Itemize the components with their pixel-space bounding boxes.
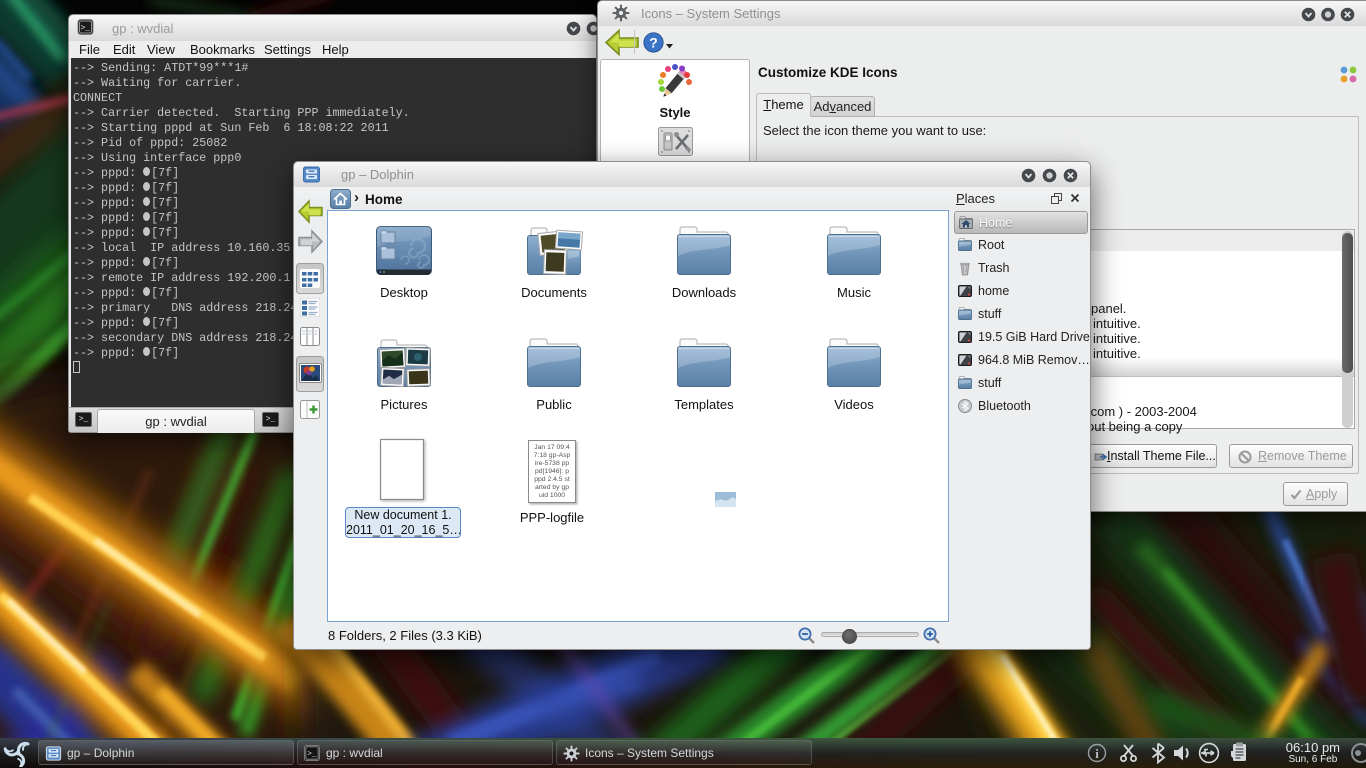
svg-text:>_: >_	[307, 751, 317, 759]
svg-text:i: i	[1095, 746, 1099, 761]
svg-text:?: ?	[649, 35, 658, 51]
svg-text:>_: >_	[80, 24, 90, 33]
